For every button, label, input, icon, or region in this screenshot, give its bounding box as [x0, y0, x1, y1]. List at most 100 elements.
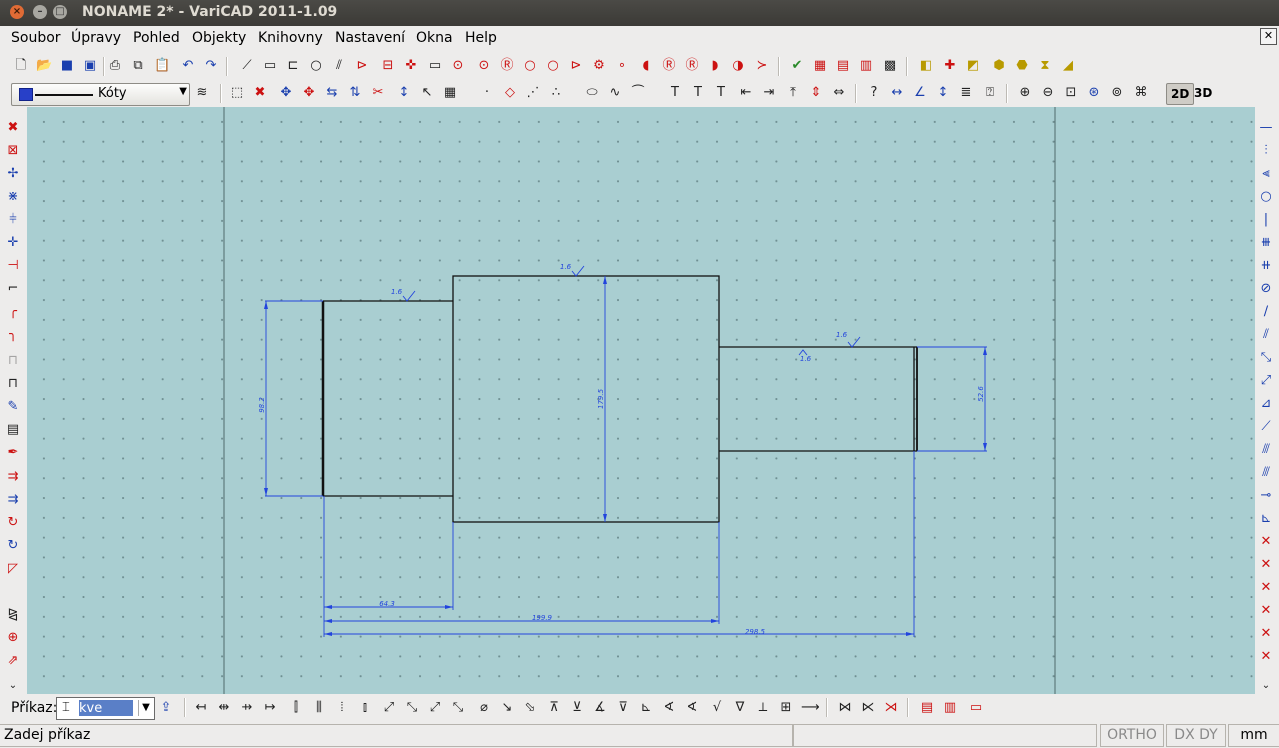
- text-up-icon[interactable]: ⤒: [785, 85, 801, 101]
- scatter-points-icon[interactable]: ∴: [548, 85, 564, 101]
- polygon-icon[interactable]: ⏜: [630, 85, 646, 101]
- solid-box-icon[interactable]: ⬢: [991, 58, 1007, 74]
- undo-icon[interactable]: ↶: [180, 58, 196, 74]
- shape-icon[interactable]: ⊓: [5, 376, 21, 392]
- dim-h4-icon[interactable]: ↦: [262, 700, 278, 716]
- rectangle-icon[interactable]: ▭: [262, 58, 278, 74]
- hatch-fill-icon[interactable]: ▩: [882, 58, 898, 74]
- arc-center-icon[interactable]: ◖: [638, 58, 654, 74]
- extend-icon[interactable]: ⇅: [347, 85, 363, 101]
- hatch-edit-icon[interactable]: ▤: [835, 58, 851, 74]
- fillet-icon[interactable]: ╭: [5, 304, 21, 320]
- redraw-icon[interactable]: ⌘: [1133, 85, 1149, 101]
- mirror-icon[interactable]: ⧎: [5, 607, 21, 623]
- dxdy-toggle[interactable]: DX DY: [1166, 724, 1226, 747]
- menu-upravy[interactable]: Úpravy: [71, 30, 121, 46]
- dim-delete-icon[interactable]: ✕: [1258, 534, 1274, 550]
- surface-finish-icon[interactable]: √: [709, 700, 725, 716]
- midpoint-icon[interactable]: ⋰: [525, 85, 541, 101]
- chevron-down-icon[interactable]: ⌄: [1258, 678, 1274, 694]
- dim-angle-icon[interactable]: ⊼: [546, 700, 562, 716]
- pick-icon[interactable]: ↖: [419, 85, 435, 101]
- circle-center-icon[interactable]: ⊙: [476, 58, 492, 74]
- command-combo[interactable]: ⌶ ▼: [56, 697, 155, 720]
- dim-angle5-icon[interactable]: ⊾: [638, 700, 654, 716]
- drawing-canvas[interactable]: 98.2 179.5 52.6 64.3 199.9 298.5 1.6 1.6…: [27, 107, 1255, 694]
- intersect-icon[interactable]: ✛: [5, 235, 21, 251]
- text-icon[interactable]: T: [667, 85, 683, 101]
- dim-angle2-icon[interactable]: ⊻: [569, 700, 585, 716]
- circle-tangent-icon[interactable]: ○: [545, 58, 561, 74]
- rotate-red-icon[interactable]: ↻: [5, 515, 21, 531]
- dim-tolerance-icon[interactable]: ⫻: [1258, 442, 1274, 458]
- print-icon[interactable]: ⎙: [107, 58, 123, 74]
- delete-window-icon[interactable]: ⊠: [5, 143, 21, 159]
- angle-icon[interactable]: ≻: [754, 58, 770, 74]
- arc-radius2-icon[interactable]: Ⓡ: [684, 58, 700, 74]
- zoom-in-icon[interactable]: ⊕: [1017, 85, 1033, 101]
- chevron-down-icon[interactable]: ▼: [138, 700, 153, 716]
- block-insert-icon[interactable]: ◧: [918, 58, 934, 74]
- solid-loft-icon[interactable]: ◢: [1060, 58, 1076, 74]
- arc-radius-icon[interactable]: Ⓡ: [661, 58, 677, 74]
- copy-icon[interactable]: ⧉: [130, 58, 146, 74]
- dim-diameter-icon[interactable]: ⌀: [476, 700, 492, 716]
- units-indicator[interactable]: mm: [1228, 724, 1279, 747]
- dim-radius-leader-icon[interactable]: ⬂: [522, 700, 538, 716]
- dim-angle-icon[interactable]: ∕: [1258, 304, 1274, 320]
- arc-3pt-icon[interactable]: ◗: [707, 58, 723, 74]
- text-left-icon[interactable]: ⇤: [738, 85, 754, 101]
- dim-slope-icon[interactable]: ⟋: [1258, 419, 1274, 435]
- layer-properties-icon[interactable]: ≣: [958, 85, 974, 101]
- mode-3d-button[interactable]: 3D: [1190, 83, 1216, 103]
- text-edit-icon[interactable]: T: [690, 85, 706, 101]
- pen-icon[interactable]: ✒: [5, 445, 21, 461]
- dim-delete6-icon[interactable]: ✕: [1258, 649, 1274, 665]
- dim-delete5-icon[interactable]: ✕: [1258, 626, 1274, 642]
- dim-horizontal-icon[interactable]: —: [1258, 120, 1274, 136]
- open-file-icon[interactable]: 📂: [36, 58, 52, 74]
- zoom-window-icon[interactable]: ⊡: [1063, 85, 1079, 101]
- menu-nastaveni[interactable]: Nastavení: [335, 30, 405, 46]
- transform-icon[interactable]: ⇗: [5, 653, 21, 669]
- dim-h-icon[interactable]: ↤: [193, 700, 209, 716]
- measure-distance-icon[interactable]: ↔: [889, 85, 905, 101]
- dim-slant-icon[interactable]: ⤢: [381, 700, 397, 716]
- dim-radius-icon[interactable]: ⤡: [1258, 350, 1274, 366]
- zoom-out-icon[interactable]: ⊖: [1040, 85, 1056, 101]
- window-close-button[interactable]: ×: [10, 5, 24, 19]
- menu-help[interactable]: Help: [465, 30, 497, 46]
- leader-arrow-icon[interactable]: ⟶: [801, 700, 820, 716]
- text-replace-icon[interactable]: T: [713, 85, 729, 101]
- ortho-toggle[interactable]: ORTHO: [1100, 724, 1164, 747]
- select-window-icon[interactable]: ⬚: [229, 85, 245, 101]
- save-icon[interactable]: ■: [59, 58, 75, 74]
- copy-move-icon[interactable]: ✥: [301, 85, 317, 101]
- zoom-previous-icon[interactable]: ⊛: [1086, 85, 1102, 101]
- save-all-icon[interactable]: ▣: [82, 58, 98, 74]
- dim-angle4-icon[interactable]: ⊽: [615, 700, 631, 716]
- dim-h3-icon[interactable]: ⇸: [239, 700, 255, 716]
- spline-icon[interactable]: ∿: [607, 85, 623, 101]
- line-segment-icon[interactable]: ⊟: [380, 58, 396, 74]
- dim-v3-icon[interactable]: ⦙: [334, 700, 350, 716]
- split-icon[interactable]: ⋇: [5, 189, 21, 205]
- dim-diameter-icon[interactable]: ⊘: [1258, 281, 1274, 297]
- dim-radius-icon[interactable]: ↘: [499, 700, 515, 716]
- cross-center-icon[interactable]: ✜: [403, 58, 419, 74]
- menu-pohled[interactable]: Pohled: [133, 30, 180, 46]
- dim-v4-icon[interactable]: ⫾: [357, 700, 373, 716]
- grid-icon[interactable]: ▦: [442, 85, 458, 101]
- hatching-icon[interactable]: ▤: [5, 422, 21, 438]
- dim-angle7-icon[interactable]: ∢: [684, 700, 700, 716]
- menu-okna[interactable]: Okna: [416, 30, 453, 46]
- layers-icon[interactable]: ≋: [194, 85, 210, 101]
- paste-icon[interactable]: 📋: [154, 58, 170, 74]
- properties2-icon[interactable]: ▥: [942, 700, 958, 716]
- scale-icon[interactable]: ◸: [5, 561, 21, 577]
- info-icon[interactable]: ⍰: [982, 85, 998, 101]
- circle-icon[interactable]: ○: [308, 58, 324, 74]
- layer-select[interactable]: Kóty ▼: [11, 83, 190, 106]
- properties-icon[interactable]: ▤: [919, 700, 935, 716]
- redo-icon[interactable]: ↷: [203, 58, 219, 74]
